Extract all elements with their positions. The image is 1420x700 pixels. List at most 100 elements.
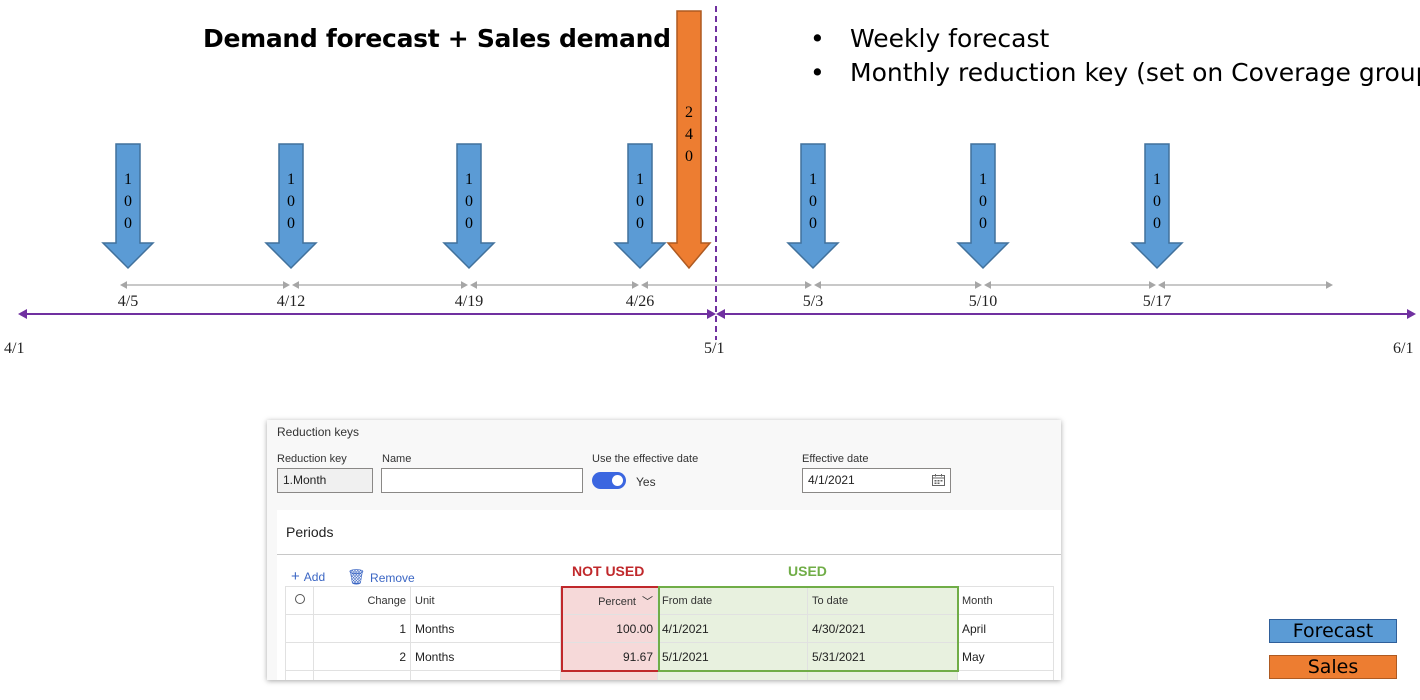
week-date-label: 5/10 — [968, 293, 998, 310]
column-header-unit[interactable]: Unit — [410, 586, 561, 615]
change-cell[interactable]: 2 — [313, 642, 411, 671]
forecast-arrow: 1 0 0 — [101, 143, 155, 270]
sales-demand-arrow: 2 4 0 — [666, 10, 712, 270]
legend-sales: Sales — [1269, 655, 1397, 679]
forecast-arrows: 1 0 0 1 0 0 1 0 0 1 0 0 1 0 0 1 0 0 1 0 0 — [101, 143, 1184, 270]
axis-segment — [641, 281, 812, 289]
periods-divider — [277, 554, 1061, 555]
arrow-value-digit: 0 — [809, 215, 817, 232]
bullet-item: • Monthly reduction key (set on Coverage … — [810, 56, 1420, 90]
arrow-value-digit: 1 — [1153, 171, 1161, 188]
from-date-cell[interactable]: 5/1/2021 — [657, 642, 808, 671]
effective-date-field[interactable]: 4/1/2021 — [802, 468, 951, 493]
arrow-value-digit: 0 — [287, 215, 295, 232]
week-date-label: 4/26 — [625, 293, 655, 310]
percent-header-label: Percent — [598, 595, 636, 608]
arrow-value-digit: 1 — [465, 171, 473, 188]
table-row[interactable]: 1 Months 100.00 4/1/2021 4/30/2021 April — [285, 614, 1054, 643]
arrow-value-digit: 1 — [287, 171, 295, 188]
periods-section: Periods + Add 🗑 Remove NOT USED USED Chang… — [277, 510, 1061, 680]
effective-date-label: Effective date — [802, 453, 869, 465]
arrow-value-digit: 0 — [465, 215, 473, 232]
periods-grid: Change Unit Percent ﹀ From date To date M… — [285, 586, 1054, 680]
axis-segment — [1158, 281, 1333, 289]
row-select-cell[interactable] — [285, 614, 314, 643]
chevron-down-icon: ﹀ — [642, 595, 653, 608]
arrow-value-digit: 1 — [979, 171, 987, 188]
arrow-value-digit: 0 — [287, 193, 295, 210]
arrow-value-digit: 2 — [685, 104, 693, 121]
column-header-to-date[interactable]: To date — [807, 586, 958, 615]
bullet-item: • Weekly forecast — [810, 24, 1050, 53]
arrow-value-digit: 1 — [636, 171, 644, 188]
row-select-cell[interactable] — [285, 642, 314, 671]
bullet-list: • Weekly forecast • Monthly reduction key … — [810, 22, 1420, 90]
unit-cell[interactable]: Months — [410, 642, 561, 671]
bullet-text: Weekly forecast — [850, 24, 1050, 53]
not-used-annotation: NOT USED — [572, 563, 645, 579]
effective-date-toggle[interactable] — [592, 472, 626, 489]
remove-button[interactable]: 🗑 Remove — [347, 568, 415, 586]
arrow-value-digit: 1 — [124, 171, 132, 188]
add-button-label: Add — [303, 570, 326, 584]
unit-cell[interactable]: Months — [410, 614, 561, 643]
week-date-label: 5/17 — [1142, 293, 1172, 310]
column-header-change[interactable]: Change — [313, 586, 411, 615]
effective-toggle-label: Use the effective date — [592, 453, 699, 465]
forecast-arrow: 1 0 0 — [1130, 143, 1184, 270]
name-field[interactable] — [381, 468, 583, 493]
month-cell[interactable]: April — [957, 614, 1054, 643]
arrow-value-digit: 1 — [809, 171, 817, 188]
reduction-key-label: Reduction key — [277, 453, 347, 465]
reduction-key-field[interactable]: 1.Month — [277, 468, 373, 493]
forecast-arrow: 1 0 0 — [786, 143, 840, 270]
forecast-arrow: 1 0 0 — [613, 143, 667, 270]
axis-segment — [814, 281, 982, 289]
axis-segment — [120, 281, 290, 289]
grid-header-row: Change Unit Percent ﹀ From date To date M… — [285, 586, 1054, 615]
sales-arrow: 2 4 0 — [666, 10, 712, 270]
legend-forecast: Forecast — [1269, 619, 1397, 643]
month-cell[interactable]: May — [957, 642, 1054, 671]
arrow-value-digit: 0 — [465, 193, 473, 210]
week-date-label: 4/19 — [454, 293, 484, 310]
from-date-cell[interactable]: 4/1/2021 — [657, 614, 808, 643]
remove-button-label: Remove — [370, 571, 415, 585]
week-date-label: 4/12 — [276, 293, 306, 310]
percent-cell[interactable]: 91.67 — [560, 642, 658, 671]
arrow-value-digit: 4 — [685, 126, 693, 143]
arrow-value-digit: 0 — [636, 193, 644, 210]
column-header-month[interactable]: Month — [957, 586, 1054, 615]
calendar-icon[interactable] — [932, 474, 945, 486]
panel-title: Reduction keys — [277, 425, 360, 439]
add-button[interactable]: + Add — [291, 568, 325, 585]
month-end-label: 6/1 — [1393, 340, 1414, 357]
axis-segment — [470, 281, 639, 289]
to-date-cell[interactable]: 5/31/2021 — [807, 642, 958, 671]
reduction-keys-panel: Reduction keys Reduction key 1.Month Nam… — [267, 420, 1061, 680]
column-header-percent[interactable]: Percent ﹀ — [560, 586, 658, 615]
percent-cell[interactable]: 100.00 — [560, 614, 658, 643]
arrow-value-digit: 0 — [979, 215, 987, 232]
arrow-value-digit: 0 — [636, 215, 644, 232]
week-date-label: 5/3 — [802, 293, 824, 310]
column-header-from-date[interactable]: From date — [657, 586, 808, 615]
change-cell[interactable]: 1 — [313, 614, 411, 643]
name-label: Name — [382, 453, 412, 465]
month-start-label: 4/1 — [4, 340, 25, 357]
arrow-value-digit: 0 — [979, 193, 987, 210]
used-annotation: USED — [788, 563, 827, 579]
arrow-value-digit: 0 — [1153, 193, 1161, 210]
select-all-column[interactable] — [285, 586, 314, 615]
weekly-axis — [120, 281, 1333, 289]
table-row[interactable]: 2 Months 91.67 5/1/2021 5/31/2021 May — [285, 642, 1054, 671]
arrow-value-digit: 0 — [1153, 215, 1161, 232]
forecast-arrow: 1 0 0 — [956, 143, 1010, 270]
trash-icon: 🗑 — [347, 569, 367, 586]
diagram-title: Demand forecast + Sales demand — [203, 24, 671, 53]
effective-date-value: 4/1/2021 — [808, 473, 855, 487]
bullet-text: Monthly reduction key (set on Coverage g… — [850, 58, 1420, 87]
to-date-cell[interactable]: 4/30/2021 — [807, 614, 958, 643]
effective-toggle-value: Yes — [636, 475, 656, 489]
month-mid-label: 5/1 — [704, 340, 725, 357]
